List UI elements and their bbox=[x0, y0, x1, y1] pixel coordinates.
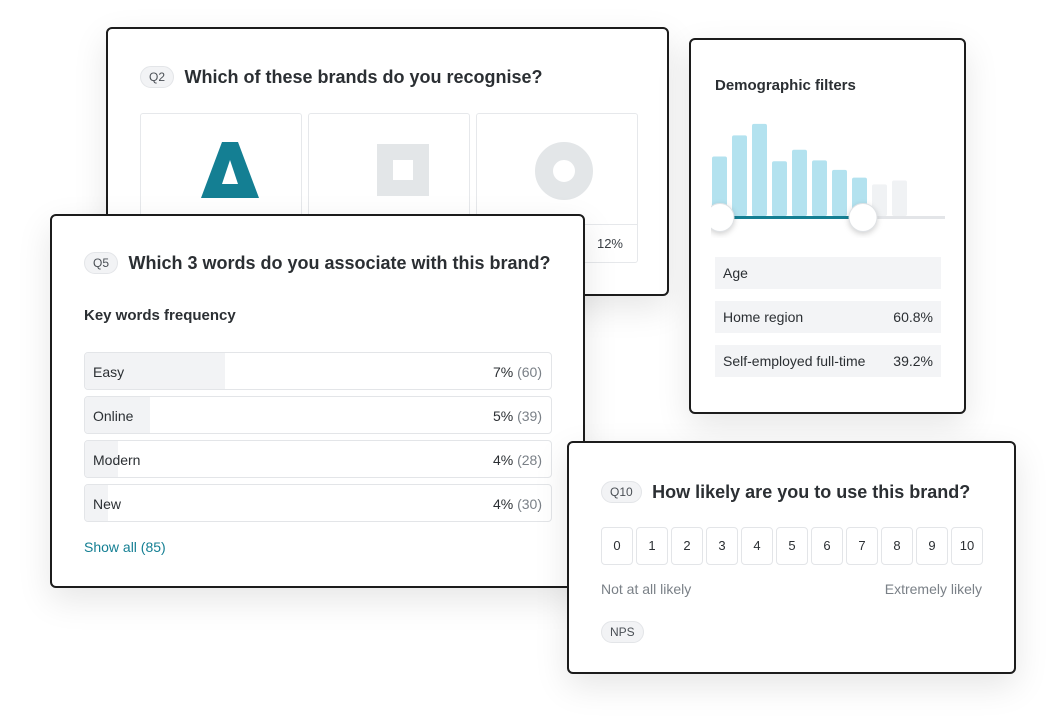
filter-row-employment[interactable]: Self-employed full-time 39.2% bbox=[715, 345, 941, 377]
histogram-bar bbox=[832, 169, 847, 216]
ring-logo-icon bbox=[535, 142, 593, 200]
likelihood-card: Q10 How likely are you to use this brand… bbox=[567, 441, 1016, 674]
histogram-bar bbox=[772, 161, 787, 216]
keyword-value: 5% (39) bbox=[492, 408, 542, 424]
scale-option-0[interactable]: 0 bbox=[601, 527, 633, 565]
nps-badge: NPS bbox=[601, 621, 644, 643]
scale-option-2[interactable]: 2 bbox=[671, 527, 703, 565]
age-histogram-slider[interactable] bbox=[711, 118, 945, 238]
triangle-a-logo-icon bbox=[201, 142, 259, 198]
filter-label: Home region bbox=[723, 309, 804, 325]
scale-option-4[interactable]: 4 bbox=[741, 527, 773, 565]
keyword-label: New bbox=[93, 496, 122, 512]
question-number-tag: Q2 bbox=[140, 66, 175, 88]
keyword-row: Easy 7% (60) bbox=[84, 352, 552, 390]
filter-label: Self-employed full-time bbox=[723, 353, 866, 369]
question-number-tag: Q10 bbox=[601, 481, 642, 503]
question-number-tag: Q5 bbox=[84, 252, 119, 274]
word-association-card: Q5 Which 3 words do you associate with t… bbox=[50, 214, 585, 588]
nps-scale: 0 1 2 3 4 5 6 7 8 9 10 bbox=[601, 527, 983, 565]
filter-label: Age bbox=[723, 265, 748, 281]
scale-option-7[interactable]: 7 bbox=[846, 527, 878, 565]
histogram-bar bbox=[752, 123, 767, 216]
histogram-bar bbox=[812, 160, 827, 216]
scale-option-5[interactable]: 5 bbox=[776, 527, 808, 565]
question-title: How likely are you to use this brand? bbox=[652, 481, 971, 502]
card-title: Demographic filters bbox=[715, 77, 856, 94]
slider-handle-min[interactable] bbox=[711, 203, 735, 232]
show-all-link[interactable]: Show all (85) bbox=[84, 539, 166, 555]
keyword-row: New 4% (30) bbox=[84, 484, 552, 522]
filter-row-home-region[interactable]: Home region 60.8% bbox=[715, 301, 941, 333]
keyword-label: Easy bbox=[93, 364, 125, 380]
filter-row-age[interactable]: Age bbox=[715, 257, 941, 289]
question-header: Q2 Which of these brands do you recognis… bbox=[140, 66, 543, 88]
scale-option-8[interactable]: 8 bbox=[881, 527, 913, 565]
scale-option-9[interactable]: 9 bbox=[916, 527, 948, 565]
scale-option-10[interactable]: 10 bbox=[951, 527, 983, 565]
section-title: Key words frequency bbox=[84, 307, 236, 324]
scale-high-label: Extremely likely bbox=[884, 581, 982, 597]
keyword-label: Online bbox=[93, 408, 134, 424]
slider-active-range bbox=[720, 216, 863, 219]
histogram-bar bbox=[892, 180, 907, 216]
scale-option-6[interactable]: 6 bbox=[811, 527, 843, 565]
histogram-bar bbox=[732, 135, 747, 216]
keyword-row: Modern 4% (28) bbox=[84, 440, 552, 478]
square-logo-icon bbox=[377, 144, 429, 196]
keyword-value: 7% (60) bbox=[492, 364, 542, 380]
slider-handle-max[interactable] bbox=[848, 203, 878, 232]
scale-option-1[interactable]: 1 bbox=[636, 527, 668, 565]
keyword-row: Online 5% (39) bbox=[84, 396, 552, 434]
keyword-value: 4% (28) bbox=[492, 452, 542, 468]
keyword-value: 4% (30) bbox=[492, 496, 542, 512]
demographic-filters-card: Demographic filters Age Home region 60.8… bbox=[689, 38, 966, 414]
question-title: Which 3 words do you associate with this… bbox=[128, 252, 551, 273]
filter-value: 39.2% bbox=[893, 353, 933, 369]
question-header: Q5 Which 3 words do you associate with t… bbox=[84, 252, 551, 274]
question-header: Q10 How likely are you to use this brand… bbox=[601, 481, 970, 503]
scale-low-label: Not at all likely bbox=[601, 581, 692, 597]
filter-value: 60.8% bbox=[893, 309, 933, 325]
scale-option-3[interactable]: 3 bbox=[706, 527, 738, 565]
histogram-bar bbox=[792, 149, 807, 216]
question-title: Which of these brands do you recognise? bbox=[184, 66, 543, 87]
keyword-label: Modern bbox=[93, 452, 141, 468]
